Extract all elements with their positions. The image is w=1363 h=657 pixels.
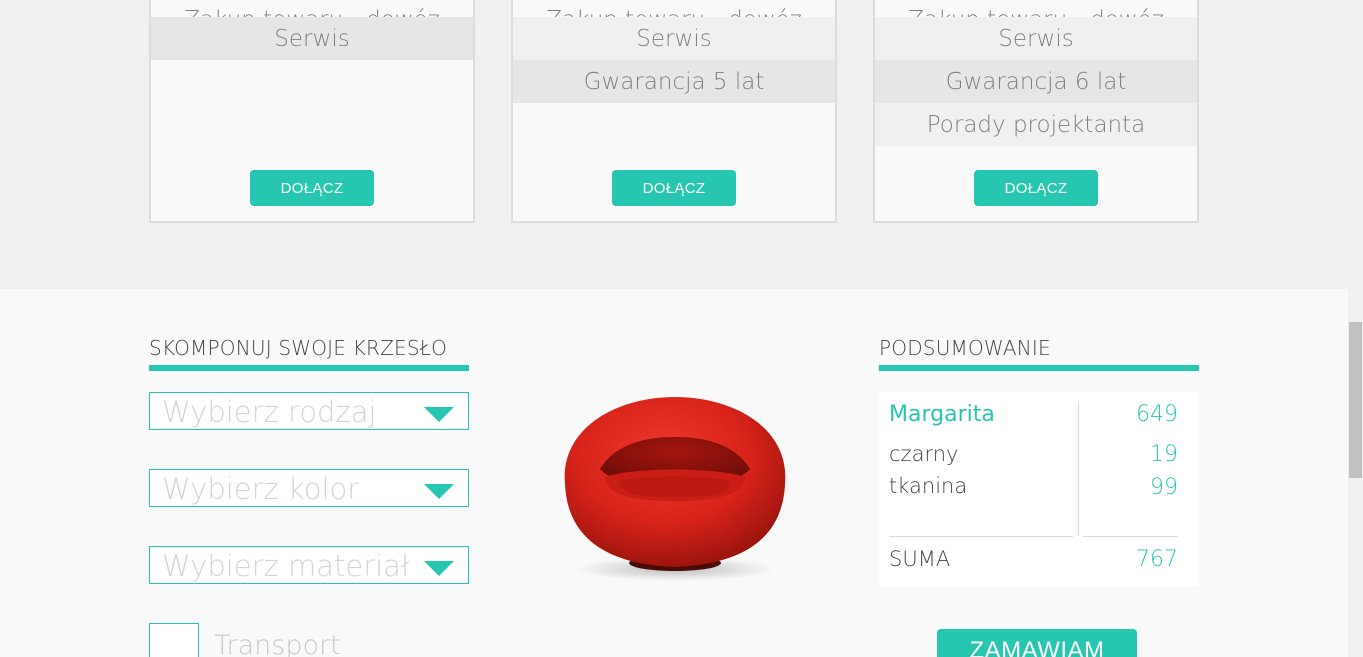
join-button[interactable]: DOŁĄCZ — [612, 170, 736, 206]
summary-model-name: Margarita — [889, 402, 995, 427]
summary-divider — [889, 536, 1073, 537]
select-placeholder: Wybierz materiał — [162, 549, 410, 583]
summary-title: PODSUMOWANIE — [879, 336, 1051, 360]
chair-color-select[interactable]: Wybierz kolor — [149, 469, 469, 507]
chevron-down-icon — [424, 561, 454, 576]
plan-feature: Serwis — [875, 17, 1197, 60]
plan-feature: Porady projektanta — [875, 103, 1197, 146]
summary-color-price: 19 — [1150, 442, 1178, 467]
transport-checkbox[interactable] — [149, 623, 199, 657]
plan-feature: Serwis — [513, 17, 835, 60]
chevron-down-icon — [424, 407, 454, 422]
summary-material-price: 99 — [1150, 475, 1178, 500]
chair-image — [564, 397, 786, 581]
plan-feature: Zakup towaru - dowóz — [513, 0, 835, 17]
summary-material: tkanina — [889, 474, 968, 498]
pricing-plan-standard: Zakup towaru - dowóz Serwis Gwarancja 5 … — [511, 0, 837, 223]
title-underline — [879, 365, 1199, 371]
summary-divider — [1083, 536, 1178, 537]
summary-divider — [1078, 402, 1079, 536]
title-underline — [149, 365, 469, 371]
summary-total-label: SUMA — [889, 547, 951, 571]
page-scrollbar[interactable] — [1348, 0, 1363, 657]
plan-feature: Gwarancja 5 lat — [513, 60, 835, 103]
select-placeholder: Wybierz kolor — [162, 472, 360, 506]
transport-label: Transport — [214, 630, 341, 657]
chair-material-select[interactable]: Wybierz materiał — [149, 546, 469, 584]
pricing-plan-premium: Zakup towaru - dowóz Serwis Gwarancja 6 … — [873, 0, 1199, 223]
join-button[interactable]: DOŁĄCZ — [974, 170, 1098, 206]
chevron-down-icon — [424, 484, 454, 499]
summary-model-price: 649 — [1136, 402, 1178, 427]
chair-type-select[interactable]: Wybierz rodzaj — [149, 392, 469, 430]
plan-feature: Zakup towaru - dowóz — [151, 0, 473, 17]
configurator-title: SKOMPONUJ SWOJE KRZESŁO — [149, 336, 448, 360]
summary-color: czarny — [889, 442, 959, 466]
pricing-plan-basic: Zakup towaru - dowóz Serwis DOŁĄCZ — [149, 0, 475, 223]
configurator-section: SKOMPONUJ SWOJE KRZESŁO Wybierz rodzaj W… — [0, 289, 1348, 657]
plan-feature: Gwarancja 6 lat — [875, 60, 1197, 103]
order-button[interactable]: ZAMAWIAM — [937, 629, 1137, 657]
join-button[interactable]: DOŁĄCZ — [250, 170, 374, 206]
plan-feature: Zakup towaru - dowóz — [875, 0, 1197, 17]
select-placeholder: Wybierz rodzaj — [162, 395, 377, 429]
summary-total-value: 767 — [1136, 547, 1178, 572]
summary-panel: Margarita 649 czarny 19 tkanina 99 SUMA … — [879, 392, 1199, 587]
plan-feature: Serwis — [151, 17, 473, 60]
pricing-section: Zakup towaru - dowóz Serwis DOŁĄCZ Zakup… — [0, 0, 1348, 289]
scrollbar-thumb[interactable] — [1349, 322, 1362, 478]
